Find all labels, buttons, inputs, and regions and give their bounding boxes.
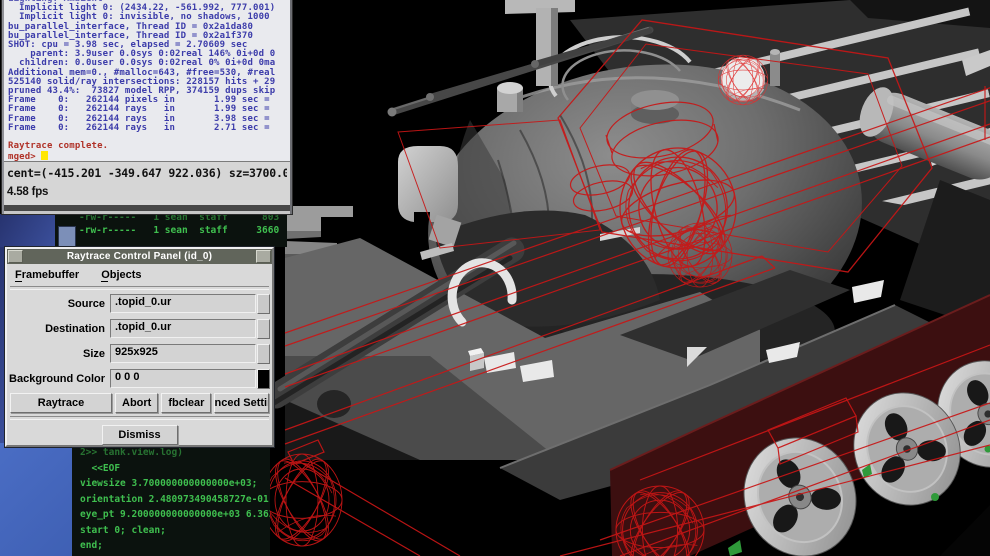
fbclear-button[interactable]: fbclear [161,393,212,413]
background-color-swatch-button[interactable] [257,368,270,389]
xterm-scrollbar[interactable] [58,226,76,247]
background-color-input[interactable]: 0 0 0 [110,369,256,388]
terminal-line: Frame 0: 262144 rays in 2.71 sec = [8,122,270,133]
xterm-script-line: eye_pt 9.200000000000000e+03 6.363 [80,509,270,520]
raytrace-button[interactable]: Raytrace [10,393,112,413]
terminal-line: Lighting: Ambient = [8,0,290,4]
size-label: Size [82,347,105,360]
menu-objects[interactable]: Objects [99,269,143,282]
xterm-script-line: end; [80,540,103,551]
mged-prompt[interactable]: mged> [8,151,290,161]
destination-label: Destination [45,322,105,335]
panel-title-bar[interactable]: Raytrace Control Panel (id_0) [7,249,272,264]
xterm-script-line: viewsize 3.700000000000000e+03; [80,478,258,489]
separator [10,416,269,420]
text-cursor [41,151,49,161]
size-menu-button[interactable] [257,343,270,364]
mged-output-area[interactable]: Lighting: Ambient = Implicit light 0: (2… [4,0,290,161]
destination-menu-button[interactable] [257,318,270,339]
panel-button-row: Raytrace Abort fbclear Advanced Settings… [7,391,272,415]
window-menu-button[interactable] [8,250,23,263]
raytrace-complete-message: Raytrace complete. [8,141,109,152]
mged-command-window[interactable]: Lighting: Ambient = Implicit light 0: (2… [2,0,292,214]
window-bottom-bevel [4,205,290,214]
destination-input[interactable]: .topid_0.ur [110,319,256,338]
window-maximize-button[interactable] [256,250,271,263]
desktop-corner [0,443,72,556]
size-input[interactable]: 925x925 [110,344,256,363]
xterm-ls-line: -rw-r----- 1 sean staff 803 [79,214,280,223]
background-color-label: Background Color [9,372,105,385]
field-row-size: Size 925x925 [7,341,272,366]
panel-menu-bar: Framebuffer Objects [7,264,272,285]
xterm-ls-line: -rw-r----- 1 sean staff 3660 [79,225,280,236]
separator [10,286,269,290]
xterm-window-bottom[interactable]: 2>> tank.view.log) <<EOF viewsize 3.7000… [72,443,270,556]
source-label: Source [67,297,105,310]
field-row-source: Source .topid_0.ur [7,291,272,316]
raytrace-control-panel[interactable]: Raytrace Control Panel (id_0) Framebuffe… [5,247,274,447]
view-center-readout: cent=(-415.201 -349.647 922.036) sz=3700… [7,166,287,180]
field-row-destination: Destination .topid_0.ur [7,316,272,341]
mged-status-bar: cent=(-415.201 -349.647 922.036) sz=3700… [4,161,290,205]
abort-button[interactable]: Abort [115,393,159,413]
source-input[interactable]: .topid_0.ur [110,294,256,313]
xterm-script-line: 2>> tank.view.log) [80,447,183,458]
fps-readout: 4.58 fps [7,186,49,198]
source-menu-button[interactable] [257,293,270,314]
xterm-script-line: orientation 2.480973490458727e-01 4 [80,493,270,505]
xterm-script-line: <<EOF [80,462,121,474]
advanced-settings-button[interactable]: Advanced Settings... [214,393,269,413]
field-row-background-color: Background Color 0 0 0 [7,366,272,391]
menu-framebuffer[interactable]: Framebuffer [13,269,81,282]
dismiss-button[interactable]: Dismiss [101,425,178,445]
xterm-window[interactable]: -rw-r----- 1 sean staff 803 -rw-r----- 1… [55,214,287,247]
desktop-strip-top [0,214,55,247]
desktop: -rw-r----- 1 sean staff 803 -rw-r----- 1… [0,0,990,556]
panel-title: Raytrace Control Panel (id_0) [66,251,213,262]
xterm-script-line: start 0; clean; [80,524,166,536]
